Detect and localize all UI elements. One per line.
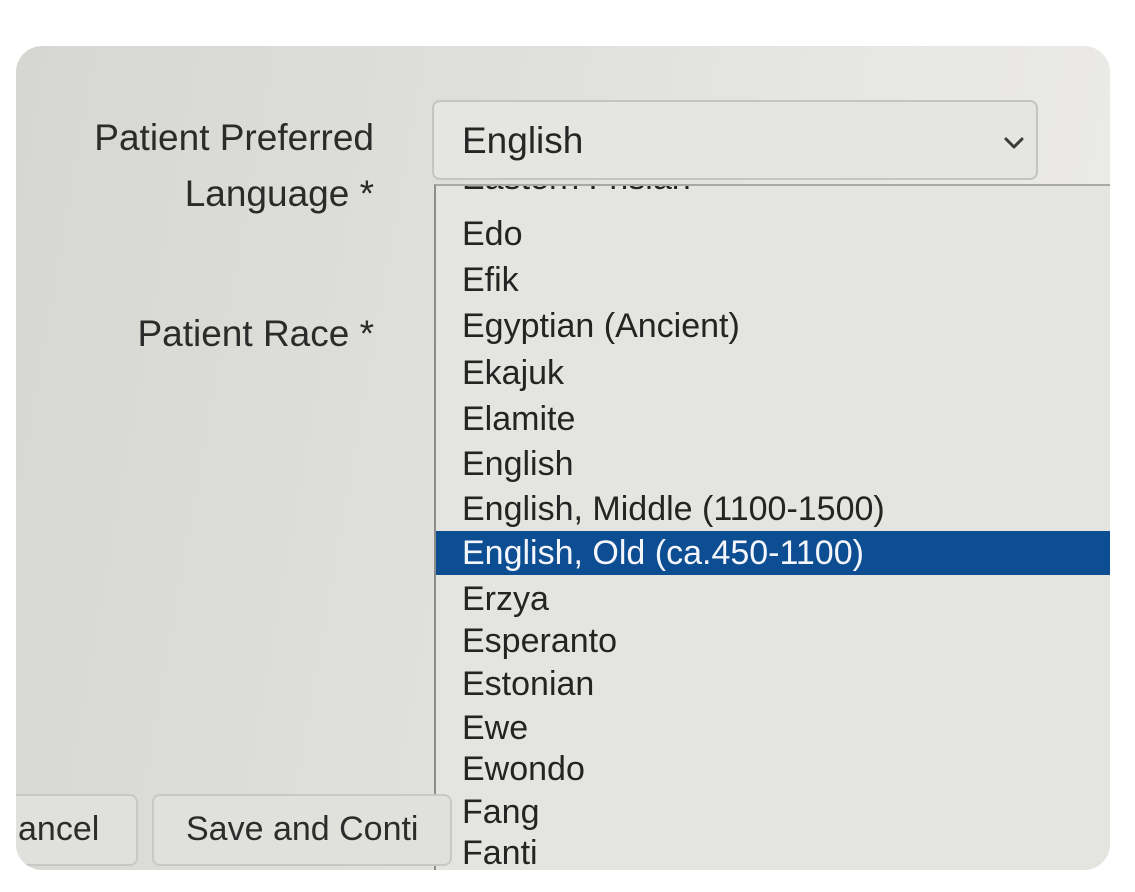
race-label: Patient Race *	[137, 313, 374, 354]
cancel-button[interactable]: ancel	[16, 794, 138, 866]
screen-frame: Patient Preferred Language * Patient Rac…	[16, 46, 1110, 870]
dropdown-option[interactable]: Estonian	[436, 662, 1110, 706]
cancel-button-label: ancel	[18, 810, 100, 848]
dropdown-option[interactable]: Efik	[436, 258, 1110, 302]
dropdown-option[interactable]: Eastern Frisian	[436, 186, 1110, 200]
dropdown-option[interactable]: Erzya	[436, 577, 1110, 621]
language-select[interactable]: English	[432, 100, 1038, 180]
dropdown-option[interactable]: Edo	[436, 212, 1110, 256]
dropdown-option[interactable]: Ekajuk	[436, 351, 1110, 395]
dropdown-option[interactable]: English	[436, 442, 1110, 486]
dropdown-option-selected[interactable]: English, Old (ca.450-1100)	[436, 531, 1110, 575]
dropdown-option[interactable]: Ewondo	[436, 747, 1110, 791]
language-label: Patient Preferred Language *	[94, 110, 374, 222]
save-and-continue-button[interactable]: Save and Conti	[152, 794, 452, 866]
dropdown-option[interactable]: Egyptian (Ancient)	[436, 304, 1110, 348]
chevron-down-icon[interactable]	[1004, 136, 1024, 150]
dropdown-option[interactable]: Ewe	[436, 706, 1110, 750]
language-dropdown-list[interactable]: Eastern Frisian Edo Efik Egyptian (Ancie…	[434, 184, 1110, 870]
language-select-value: English	[462, 120, 584, 161]
dropdown-option[interactable]: English, Middle (1100-1500)	[436, 487, 1110, 531]
language-label-line1: Patient Preferred	[94, 117, 374, 158]
language-label-line2: Language *	[184, 173, 374, 214]
dropdown-option[interactable]: Elamite	[436, 397, 1110, 441]
dropdown-option[interactable]: Esperanto	[436, 619, 1110, 663]
dropdown-option[interactable]: Fang	[436, 790, 1110, 834]
save-and-continue-button-label: Save and Conti	[186, 810, 419, 848]
dropdown-option[interactable]: Fanti	[436, 831, 1110, 870]
